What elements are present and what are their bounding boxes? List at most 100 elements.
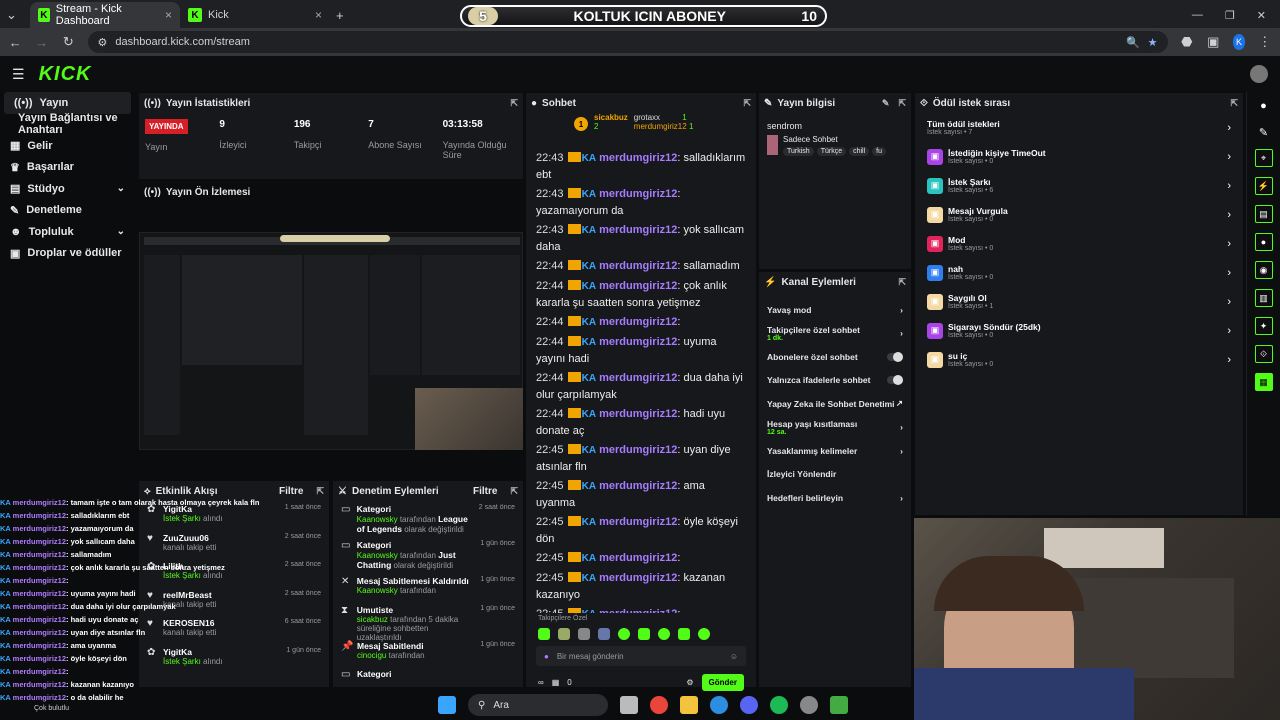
filter-button[interactable]: Filtre — [279, 486, 303, 497]
hamburger-menu-icon[interactable]: ☰ — [12, 66, 25, 83]
bookmark-star-icon[interactable]: ★ — [1148, 36, 1158, 49]
discord-icon[interactable] — [740, 696, 758, 714]
gear-icon[interactable]: ⚙ — [686, 678, 693, 687]
message-user[interactable]: merdumgiriz12 — [599, 552, 677, 564]
popout-icon[interactable]: ⇱ — [510, 486, 518, 497]
profile-avatar[interactable]: K — [1232, 34, 1246, 50]
sidebar-item-droplar[interactable]: ▣ Droplar ve ödüller — [0, 243, 135, 265]
popout-icon[interactable]: ⇱ — [898, 277, 906, 288]
message-user[interactable]: merdumgiriz12 — [599, 608, 677, 613]
action-emotes-only[interactable]: Yalnızca ifadelerle sohbet — [759, 369, 911, 393]
reward-item[interactable]: ▣ su iç İstek sayısı • 0 › — [915, 345, 1243, 374]
task-view-icon[interactable] — [620, 696, 638, 714]
reload-icon[interactable]: ↻ — [61, 34, 76, 50]
reward-item[interactable]: ▣ nah İstek sayısı • 0 › — [915, 258, 1243, 287]
message-user[interactable]: merdumgiriz12 — [599, 316, 677, 328]
sidebar-item-basarilar[interactable]: ♛ Başarılar — [0, 157, 135, 179]
message-user[interactable]: merdumgiriz12 — [599, 280, 677, 292]
extensions-puzzle-icon[interactable]: ▣ — [1206, 34, 1221, 50]
reward-all[interactable]: Tüm ödül istekleri İstek sayısı • 7 › — [915, 113, 1243, 142]
message-user[interactable]: merdumgiriz12 — [599, 372, 677, 384]
reward-item[interactable]: ▣ Mesajı Vurgula İstek sayısı • 0 › — [915, 200, 1243, 229]
reward-item[interactable]: ▣ İstediğin kişiye TimeOut İstek sayısı • … — [915, 142, 1243, 171]
filter-button[interactable]: Filtre — [473, 486, 497, 497]
tab-stream-dashboard[interactable]: K Stream - Kick Dashboard × — [30, 2, 180, 28]
sidebar-item-stream-key[interactable]: Yayın Bağlantısı ve Anahtarı — [0, 112, 135, 136]
windows-start-icon[interactable] — [438, 696, 456, 714]
close-tab-icon[interactable]: × — [315, 8, 322, 22]
reward-icon[interactable]: ⟐ — [1254, 345, 1273, 363]
emote-icon[interactable] — [538, 628, 550, 640]
taskbar-search[interactable]: ⚲ Ara — [468, 694, 608, 716]
app-icon[interactable] — [830, 696, 848, 714]
action-banned-words[interactable]: Yasaklanmış kelimeler › — [759, 439, 911, 463]
message-user[interactable]: merdumgiriz12 — [599, 188, 677, 200]
chat-input[interactable]: ● Bir mesaj gönderin ☺ — [536, 646, 746, 666]
emote-icon[interactable] — [698, 628, 710, 640]
grid-icon[interactable]: ▦ — [1254, 373, 1273, 391]
target-icon[interactable]: ⌖ — [1254, 149, 1273, 167]
message-user[interactable]: merdumgiriz12 — [599, 408, 677, 420]
emote-icon[interactable] — [678, 628, 690, 640]
tab-kick[interactable]: K Kick × — [180, 2, 330, 28]
sidebar-item-denetleme[interactable]: ✎ Denetleme — [0, 200, 135, 222]
live-icon[interactable]: ◉ — [1254, 261, 1273, 279]
popout-icon[interactable]: ⇱ — [898, 98, 906, 109]
action-followers-only[interactable]: Takipçilere özel sohbet 1 dk. › — [759, 322, 911, 346]
emote-icon[interactable] — [618, 628, 630, 640]
lightning-icon[interactable]: ⚡ — [1254, 177, 1273, 195]
toggle-switch[interactable] — [887, 375, 903, 386]
reward-item[interactable]: ▣ İstek Şarkı İstek sayısı • 6 › — [915, 171, 1243, 200]
popout-icon[interactable]: ⇱ — [316, 486, 324, 497]
stack-icon[interactable]: ▥ — [1254, 289, 1273, 307]
message-user[interactable]: merdumgiriz12 — [599, 336, 677, 348]
popout-icon[interactable]: ⇱ — [1230, 98, 1238, 109]
chat-bubble-icon[interactable]: ● — [1254, 233, 1273, 251]
message-user[interactable]: merdumgiriz12 — [599, 444, 677, 456]
chrome-icon[interactable] — [650, 696, 668, 714]
message-user[interactable]: merdumgiriz12 — [599, 572, 677, 584]
action-goals[interactable]: Hedefleri belirleyin › — [759, 486, 911, 510]
sidebar-item-studyo[interactable]: ▤ Stüdyo ⌄ — [0, 178, 135, 200]
edit-button-icon[interactable]: ✎ — [882, 98, 890, 109]
user-avatar[interactable] — [1250, 65, 1268, 83]
maximize-icon[interactable]: ❐ — [1225, 9, 1235, 22]
message-user[interactable]: merdumgiriz12 — [599, 152, 677, 164]
toggle-switch[interactable] — [887, 351, 903, 362]
sidebar-item-topluluk[interactable]: ☻ Topluluk ⌄ — [0, 221, 135, 243]
points-icon[interactable]: ∞ — [538, 678, 544, 687]
file-explorer-icon[interactable] — [680, 696, 698, 714]
popout-icon[interactable]: ⇱ — [743, 98, 751, 109]
back-icon[interactable]: ← — [8, 35, 23, 50]
close-tab-icon[interactable]: × — [165, 8, 172, 22]
emote-icon[interactable] — [578, 628, 590, 640]
sidebar-item-yayin[interactable]: ((•)) Yayın — [4, 92, 131, 114]
info-icon[interactable]: ● — [1247, 100, 1280, 112]
sidebar-item-gelir[interactable]: ▦ Gelir — [0, 135, 135, 157]
emote-icon[interactable] — [638, 628, 650, 640]
wrench-icon[interactable]: ✦ — [1254, 317, 1273, 335]
edge-icon[interactable] — [710, 696, 728, 714]
reward-item[interactable]: ▣ Mod İstek sayısı • 0 › — [915, 229, 1243, 258]
action-ai-moderation[interactable]: Yapay Zeka ile Sohbet Denetimi ↗ — [759, 392, 911, 416]
emoji-icon[interactable]: ☺ — [730, 652, 738, 661]
mic-icon[interactable]: ● — [544, 652, 549, 661]
emote-icon[interactable] — [658, 628, 670, 640]
menu-dots-icon[interactable]: ⋮ — [1257, 34, 1272, 50]
url-field[interactable]: ⚙ dashboard.kick.com/stream 🔍 ★ — [87, 31, 1168, 53]
message-user[interactable]: merdumgiriz12 — [599, 480, 677, 492]
extension-icon[interactable]: ⬣ — [1180, 34, 1195, 50]
edit-icon[interactable]: ✎ — [1247, 126, 1280, 139]
forward-icon[interactable]: → — [35, 35, 50, 50]
action-host[interactable]: İzleyici Yönlendir — [759, 463, 911, 487]
message-user[interactable]: merdumgiriz12 — [599, 260, 677, 272]
emote-icon[interactable] — [558, 628, 570, 640]
close-window-icon[interactable]: ✕ — [1257, 9, 1266, 22]
settings-icon[interactable] — [800, 696, 818, 714]
document-icon[interactable]: ▤ — [1254, 205, 1273, 223]
emote-icon[interactable] — [598, 628, 610, 640]
site-info-icon[interactable]: ⚙ — [98, 36, 108, 49]
action-account-age[interactable]: Hesap yaşı kısıtlaması 12 sa. › — [759, 416, 911, 440]
tab-search-icon[interactable]: ⌄ — [6, 2, 24, 28]
spotify-icon[interactable] — [770, 696, 788, 714]
